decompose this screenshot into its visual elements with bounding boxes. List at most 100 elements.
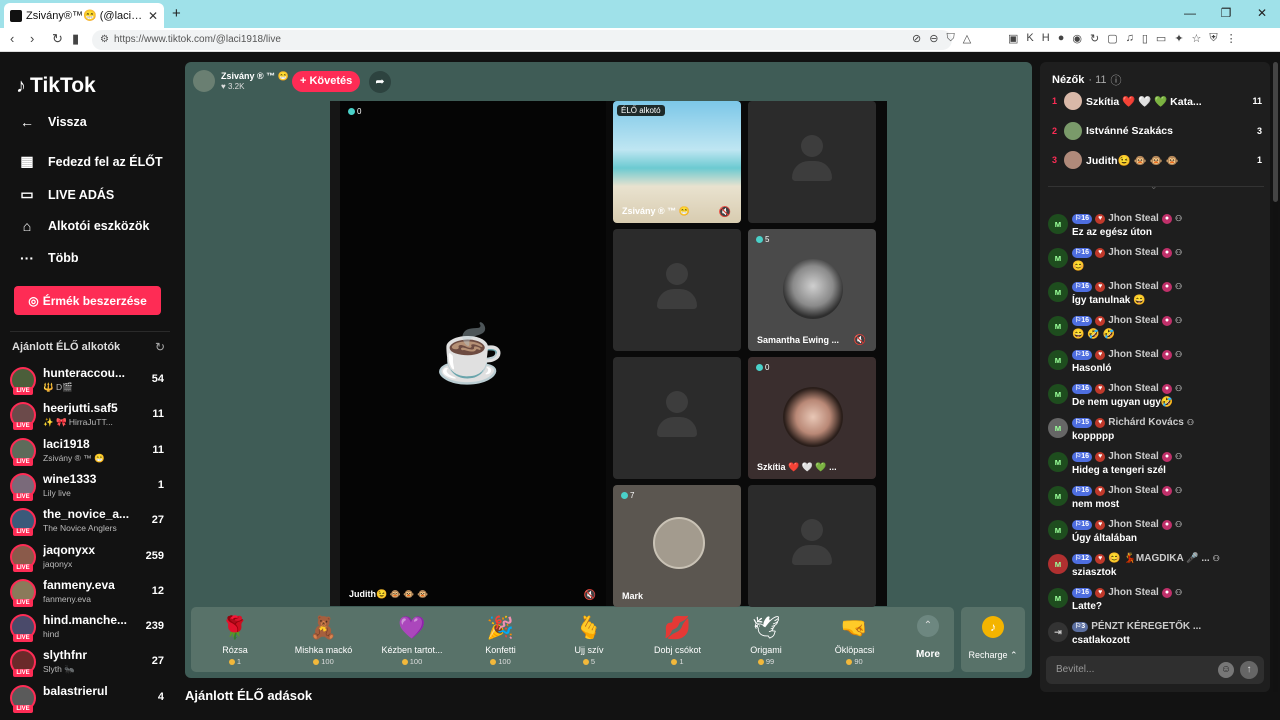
recommended-creator[interactable]: LIVE slythfnr Slyth 🐜 27 xyxy=(10,646,168,679)
chat-message[interactable]: ᴍ ⚐16 ♥ Jhon Steal ● ⚇ 😊 xyxy=(1048,245,1266,277)
shield-icon[interactable]: ⛉ xyxy=(946,32,954,45)
chat-message[interactable]: ᴍ ⚐12 ♥ 😊 💃MAGDIKA 🎤 ... ⚇ sziasztok xyxy=(1048,551,1266,583)
close-window-icon[interactable]: ✕ xyxy=(1244,0,1280,28)
top-viewer-row[interactable]: 3 Judith😉 🐵 🐵 🐵 1 xyxy=(1048,149,1264,173)
main-guest-feed[interactable]: 0 ☕ Judith😉 🐵 🐵 🐵 🔇 xyxy=(330,101,606,606)
gift-item[interactable]: 🕊 Origami 99 xyxy=(722,615,810,666)
browser-shield-icon[interactable]: ⛨ xyxy=(1209,32,1217,45)
gift-item[interactable]: 🧸 Mishka mackó 100 xyxy=(280,615,368,666)
close-tab-icon[interactable]: ✕ xyxy=(148,9,158,23)
guest-tile-szkitia[interactable]: 0 Szkítia ❤️ 🤍 💚 ... xyxy=(748,357,876,479)
extension-box-icon[interactable]: ▢ xyxy=(1107,32,1117,45)
creator-subtitle: hind xyxy=(43,629,60,640)
chat-message[interactable]: ᴍ ⚐16 ♥ Jhon Steal ● ⚇ nem most xyxy=(1048,483,1266,515)
extension-color-icon[interactable]: ◉ xyxy=(1072,32,1082,45)
extension-refresh-icon[interactable]: ↻ xyxy=(1090,32,1099,45)
extension-his-icon[interactable]: H xyxy=(1042,32,1050,45)
minimize-icon[interactable]: — xyxy=(1172,0,1208,28)
gift-item[interactable]: 🤜 Öklöpacsi 90 xyxy=(811,615,899,666)
maximize-icon[interactable]: ❐ xyxy=(1208,0,1244,28)
share-icon[interactable]: ➦ xyxy=(369,71,391,93)
recommended-creator[interactable]: LIVE balastrierul 4 xyxy=(10,682,168,715)
extension-k-icon[interactable]: K xyxy=(1026,32,1033,45)
recommended-creator[interactable]: LIVE hind.manche... hind 239 xyxy=(10,611,168,644)
empty-seat[interactable] xyxy=(748,101,876,223)
page-scrollbar[interactable] xyxy=(1273,62,1278,692)
gift-item[interactable]: 🎉 Konfetti 100 xyxy=(457,615,545,666)
recommended-creator[interactable]: LIVE heerjutti.saf5 ✨ 🎀 HirraJuTT... 11 xyxy=(10,399,168,432)
nav-more[interactable]: ··· Több xyxy=(18,250,79,266)
chat-message[interactable]: ᴍ ⚐16 ♥ Jhon Steal ● ⚇ Hideg a tengeri s… xyxy=(1048,449,1266,481)
new-tab-button[interactable]: + xyxy=(172,5,181,22)
more-gifts-button[interactable]: ⌃ More xyxy=(903,615,953,660)
nav-creator-tools[interactable]: ⌂ Alkotói eszközök xyxy=(18,218,150,234)
chat-message[interactable]: ᴍ ⚐15 ♥ Richárd Kovács ⚇ koppppp xyxy=(1048,415,1266,447)
emoji-icon[interactable]: ☺ xyxy=(1218,662,1234,678)
chat-avatar: ᴍ xyxy=(1048,486,1068,506)
recommended-creator[interactable]: LIVE wine1333 Lily live 1 xyxy=(10,470,168,503)
chat-message[interactable]: ᴍ ⚐16 ♥ Jhon Steal ● ⚇ De nem ugyan ugy🤣 xyxy=(1048,381,1266,413)
follow-button[interactable]: + Követés xyxy=(292,71,361,92)
host-tile[interactable]: ÉLŐ alkotó Zsivány ® ™ 😁 🔇 xyxy=(613,101,741,223)
menu-icon[interactable]: ⋮ xyxy=(1226,32,1237,45)
gift-item[interactable]: 💜 Kézben tartot... 100 xyxy=(368,615,456,666)
no-camera-icon[interactable]: ⊘ xyxy=(912,32,921,45)
forward-arrow-icon[interactable]: › xyxy=(30,31,34,46)
recharge-button[interactable]: ♪ Recharge ⌃ xyxy=(961,607,1025,672)
top-viewer-row[interactable]: 1 Szkítia ❤️ 🤍 💚 Kata... 11 xyxy=(1048,90,1264,114)
chat-message[interactable]: ᴍ ⚐16 ♥ Jhon Steal ● ⚇ Hasonló xyxy=(1048,347,1266,379)
gift-item[interactable]: 💋 Dobj csókot 1 xyxy=(634,615,722,666)
url-field[interactable]: ⚙ https://www.tiktok.com/@laci1918/live xyxy=(92,30,952,50)
chat-input[interactable]: Bevitel... ☺ ↑ xyxy=(1046,656,1264,684)
info-icon[interactable]: ⓘ xyxy=(1111,72,1122,88)
copilot-icon[interactable]: ✦ xyxy=(1174,32,1183,45)
translate-icon[interactable]: ▣ xyxy=(1008,32,1018,45)
site-info-icon[interactable]: ⚙ xyxy=(100,30,109,50)
empty-seat[interactable] xyxy=(613,357,741,479)
gift-price: 1 xyxy=(236,657,242,666)
send-icon[interactable]: ↑ xyxy=(1240,661,1258,679)
extension-circle-icon[interactable]: ● xyxy=(1058,32,1065,45)
warning-icon[interactable]: △ xyxy=(963,32,971,45)
recommended-creator[interactable]: LIVE fanmeny.eva fanmeny.eva 12 xyxy=(10,576,168,609)
scroll-thumb[interactable] xyxy=(1273,62,1278,202)
bookmark-icon[interactable]: ▮ xyxy=(72,31,79,47)
chat-username: Jhon Steal xyxy=(1108,485,1159,496)
gift-item[interactable]: 🌹 Rózsa 1 xyxy=(191,615,279,666)
get-coins-button[interactable]: ◎ Érmék beszerzése xyxy=(14,286,161,315)
chat-message[interactable]: ᴍ ⚐16 ♥ Jhon Steal ● ⚇ Latte? xyxy=(1048,585,1266,617)
music-icon[interactable]: ♫ xyxy=(1126,32,1134,45)
browser-tab[interactable]: Zsivány®™😁 (@laci1913) É... ✕ xyxy=(4,3,164,28)
empty-seat[interactable] xyxy=(748,485,876,607)
chat-message[interactable]: ᴍ ⚐16 ♥ Jhon Steal ● ⚇ 😄 🤣 🤣 xyxy=(1048,313,1266,345)
recommended-creator[interactable]: LIVE jaqonyxx jaqonyx 259 xyxy=(10,541,168,574)
gift-icon: 💋 xyxy=(663,615,692,640)
empty-seat[interactable] xyxy=(613,229,741,351)
zoom-icon[interactable]: ⊖ xyxy=(929,32,938,45)
reload-icon[interactable]: ↻ xyxy=(52,31,63,47)
recommended-creator[interactable]: LIVE laci1918 Zsivány ® ™ 😁 11 xyxy=(10,435,168,468)
level-badge: ⚐16 xyxy=(1072,485,1093,496)
viewers-count: · 11 xyxy=(1088,74,1107,86)
recommended-creator[interactable]: LIVE hunteraccou... 🔱 D🎬 54 xyxy=(10,364,168,397)
chat-message[interactable]: ᴍ ⚐16 ♥ Jhon Steal ● ⚇ Úgy általában xyxy=(1048,517,1266,549)
guest-tile-mark[interactable]: 7 Mark xyxy=(613,485,741,607)
back-arrow-icon[interactable]: ‹ xyxy=(10,31,14,46)
tiktok-logo[interactable]: ♪ TikTok xyxy=(16,74,96,98)
top-viewer-row[interactable]: 2 Istvánné Szakács 3 xyxy=(1048,120,1264,144)
nav-live-studio[interactable]: ▭ LIVE ADÁS xyxy=(18,186,114,203)
host-info[interactable]: Zsivány ® ™ 😁 ♥ 3.2K xyxy=(193,70,289,92)
guest-tile-samantha[interactable]: 5 Samantha Ewing ... 🔇 xyxy=(748,229,876,351)
chat-message[interactable]: ᴍ ⚐16 ♥ Jhon Steal ● ⚇ Így tanulnak 😄 xyxy=(1048,279,1266,311)
nav-explore-live[interactable]: ▦ Fedezd fel az ÉLŐT xyxy=(18,153,162,170)
favorites-icon[interactable]: ☆ xyxy=(1192,32,1202,45)
back-link[interactable]: ← Vissza xyxy=(18,114,87,130)
refresh-icon[interactable]: ↻ xyxy=(155,340,165,354)
recommended-creator[interactable]: LIVE the_novice_a... The Novice Anglers … xyxy=(10,505,168,538)
chat-message[interactable]: ᴍ ⚐16 ♥ Jhon Steal ● ⚇ Ez az egész úton xyxy=(1048,211,1266,243)
host-avatar[interactable] xyxy=(193,70,215,92)
person-icon: ⚇ xyxy=(1175,452,1183,461)
wallet-icon[interactable]: ▭ xyxy=(1156,32,1166,45)
gift-item[interactable]: 🫰 Ujj szív 5 xyxy=(545,615,633,666)
sidebar-toggle-icon[interactable]: ▯ xyxy=(1142,32,1148,45)
